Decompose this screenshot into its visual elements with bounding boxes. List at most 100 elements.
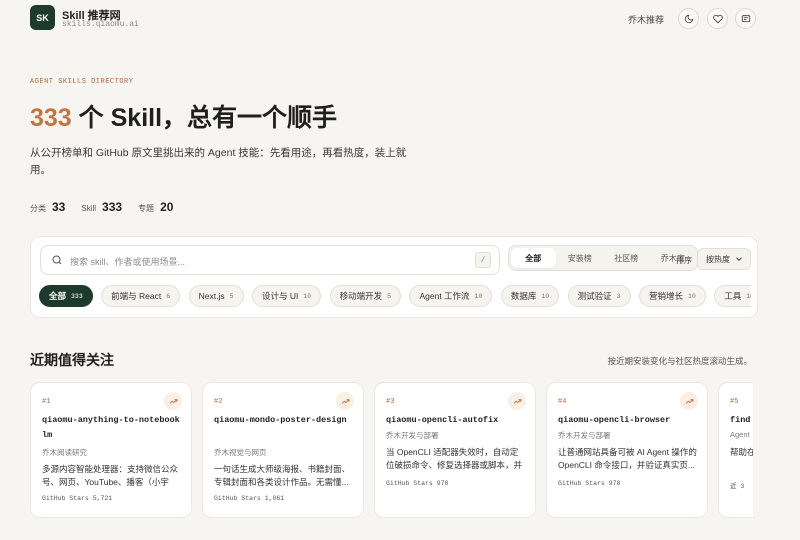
card-title[interactable]: qiaomu-anything-to-notebooklm [42,413,182,443]
card-rank: #2 [214,398,223,406]
card-title[interactable]: qiaomu-mondo-poster-design [214,413,354,428]
card-rank: #3 [386,398,395,406]
card-stars: GitHub Stars 978 [386,480,449,487]
card-stars: GitHub Stars 5,721 [42,495,113,502]
trend-badge [508,392,526,410]
skill-card[interactable]: #3 qiaomu-opencli-autofix 乔木开发与部署 当 Open… [374,382,536,518]
skill-card[interactable]: #4 qiaomu-opencli-browser 乔木开发与部署 让普通网站具… [546,382,708,518]
card-title[interactable]: find [730,413,753,428]
card-rank: #4 [558,398,567,406]
brand-domain: skills.qiaomu.ai [62,20,139,29]
chip-count: 333 [71,292,83,300]
search-input[interactable]: 搜索 skill、作者或使用场景... / [40,245,500,275]
hero-title-text: 个 Skill，总有一个顺手 [78,104,338,132]
sort-value: 按热度 [706,254,730,264]
card-stars: GitHub Stars 978 [558,480,621,487]
hero-eyebrow: AGENT SKILLS DIRECTORY [30,78,134,86]
chip-label: 全部 [49,291,67,301]
category-chip[interactable]: 测试验证 3 [567,285,631,307]
card-rank: #5 [730,398,739,406]
chip-count: 5 [387,292,392,300]
card-stars: GitHub Stars 1,061 [214,495,285,502]
chip-count: 10 [746,292,751,300]
feedback-button[interactable] [735,8,756,29]
card-rank: #1 [42,398,51,406]
featured-cards: #1 qiaomu-anything-to-notebooklm 乔木阅读研究 … [30,382,753,519]
skill-card[interactable]: #5 find Agent 帮助在...便于找... 近 3 [718,382,753,518]
card-description: 让普通网站具备可被 AI Agent 操作的 OpenCLI 命令接口，并验证真… [558,447,697,470]
chevron-down-icon [736,257,742,261]
search-icon [52,255,62,265]
card-description: 多源内容智能处理器：支持微信公众号、网页、YouTube、播客（小宇宙）... [42,464,179,487]
nav-link-qiaomu-picks[interactable]: 乔木推荐 [628,13,664,26]
stat-label: Skill [81,204,97,213]
tab-install-rank[interactable]: 安装榜 [558,248,603,268]
chip-label: 营销增长 [648,291,683,301]
card-category: Agent [730,430,750,439]
trend-badge [164,392,182,410]
card-category: 乔木开发与部署 [558,431,611,440]
category-chip[interactable]: 设计与 UI 10 [251,285,322,307]
source-tabs: 全部 安装榜 社区榜 乔木库 [508,245,698,271]
hero-description: 从公开榜单和 GitHub 原文里挑出来的 Agent 技能：先看用途，再看热度… [30,147,407,176]
top-header: SK Skill 推荐网 skills.qiaomu.ai 乔木推荐 [0,0,800,36]
section-note: 按近期安装变化与社区热度滚动生成。 [607,356,752,366]
trending-up-icon [169,398,177,404]
category-chip[interactable]: 数据库 10 [500,285,560,307]
trend-badge [336,392,354,410]
card-title[interactable]: qiaomu-opencli-autofix [386,413,526,428]
sort-label: 排序 [676,256,692,265]
chip-count: 5 [229,292,234,300]
stat-skills: Skill 333 [81,200,122,214]
chip-label: Agent 工作流 [419,291,470,301]
card-stars: 近 3 [730,483,745,490]
card-description: 当 OpenCLI 适配器失效时，自动定位破损命令、修复选择器或脚本，并重... [386,447,523,470]
card-description: 帮助在...便于找... [730,447,753,457]
chip-label: 前端与 React [111,291,162,301]
chip-label: 移动端开发 [339,291,383,301]
category-chip[interactable]: 工具 10 [714,285,751,307]
trending-up-icon [685,398,693,404]
category-chip[interactable]: Agent 工作流 10 [409,285,493,307]
section-title: 近期值得关注 [30,352,114,368]
stat-label: 专题 [138,204,155,213]
category-chip[interactable]: 营销增长 10 [638,285,706,307]
category-chip[interactable]: 全部 333 [39,285,93,307]
category-chip[interactable]: 移动端开发 5 [329,285,402,307]
stat-value: 333 [102,200,123,214]
search-placeholder: 搜索 skill、作者或使用场景... [70,257,186,267]
category-chip[interactable]: 前端与 React 6 [101,285,181,307]
chip-count: 6 [166,292,171,300]
stat-categories: 分类 33 [30,200,65,214]
chip-label: 工具 [724,291,742,301]
chip-label: Next.js [198,291,225,301]
trending-up-icon [513,398,521,404]
chip-label: 测试验证 [577,291,612,301]
hero-stats: 分类 33 Skill 333 专题 20 [30,200,173,214]
skill-card[interactable]: #2 qiaomu-mondo-poster-design 乔木视觉与网页 一句… [202,382,364,518]
category-chip[interactable]: Next.js 5 [188,285,244,307]
stat-topics: 专题 20 [138,200,173,214]
stat-label: 分类 [30,204,46,213]
chip-count: 10 [474,292,483,300]
moon-icon [684,14,693,23]
hero-title: 333 个 Skill，总有一个顺手 [30,98,337,134]
chip-label: 数据库 [510,291,537,301]
card-description: 一句话生成大师级海报、书籍封面、专辑封面和各类设计作品。无需懂... [214,464,351,487]
tab-all[interactable]: 全部 [511,248,556,268]
chip-count: 10 [303,292,312,300]
trend-badge [680,392,698,410]
search-panel: 搜索 skill、作者或使用场景... / 全部 安装榜 社区榜 乔木库 排序 … [30,236,758,318]
tab-community-rank[interactable]: 社区榜 [604,248,649,268]
site-logo[interactable]: SK [30,5,55,30]
favorites-button[interactable] [707,8,728,29]
card-title[interactable]: qiaomu-opencli-browser [558,413,698,428]
heart-icon [712,14,723,23]
chip-label: 设计与 UI [261,291,299,301]
card-category: 乔木阅读研究 [42,448,87,457]
chip-count: 3 [616,292,621,300]
sort-select[interactable]: 按热度 [697,248,751,270]
theme-toggle-button[interactable] [678,8,699,29]
stat-value: 33 [52,200,66,214]
skill-card[interactable]: #1 qiaomu-anything-to-notebooklm 乔木阅读研究 … [30,382,192,518]
